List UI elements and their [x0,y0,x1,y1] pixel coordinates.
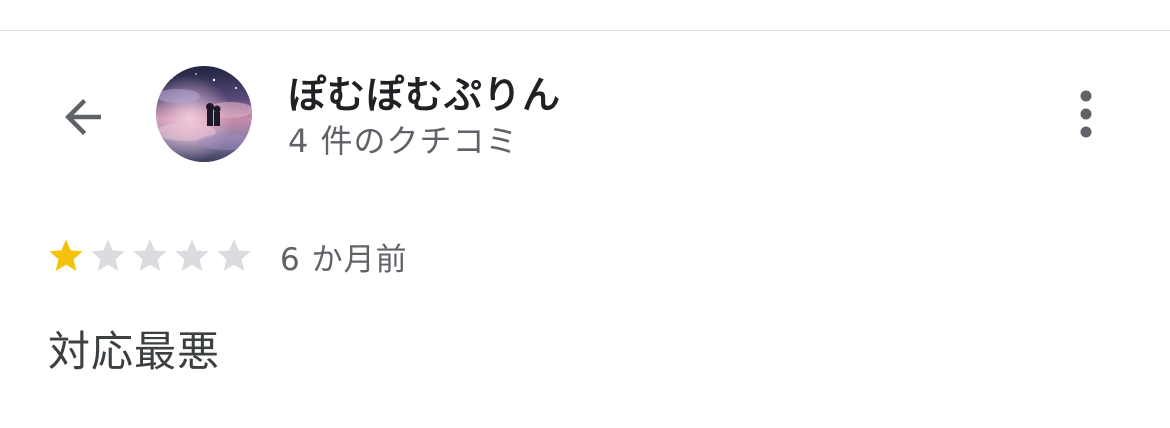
review-time: 6 か月前 [280,241,408,278]
star-rating [46,236,254,276]
reviewer-name[interactable]: ぽむぽむぷりん [288,64,561,119]
star-empty-icon [217,239,251,271]
top-divider [0,30,1170,31]
avatar-image [156,66,252,162]
star-empty-icon [91,239,125,271]
more-options-button[interactable] [1062,84,1110,144]
star-empty-icon [133,239,167,271]
star-filled-icon [49,239,83,271]
rating-row: 6 か月前 [46,234,408,278]
review-count: 4 件のクチコミ [288,122,519,160]
review-text: 対応最悪 [48,327,221,376]
avatar[interactable] [156,66,252,162]
more-vert-icon [1080,90,1092,138]
star-empty-icon [175,239,209,271]
arrow-left-icon [65,99,101,135]
back-button[interactable] [50,84,116,150]
